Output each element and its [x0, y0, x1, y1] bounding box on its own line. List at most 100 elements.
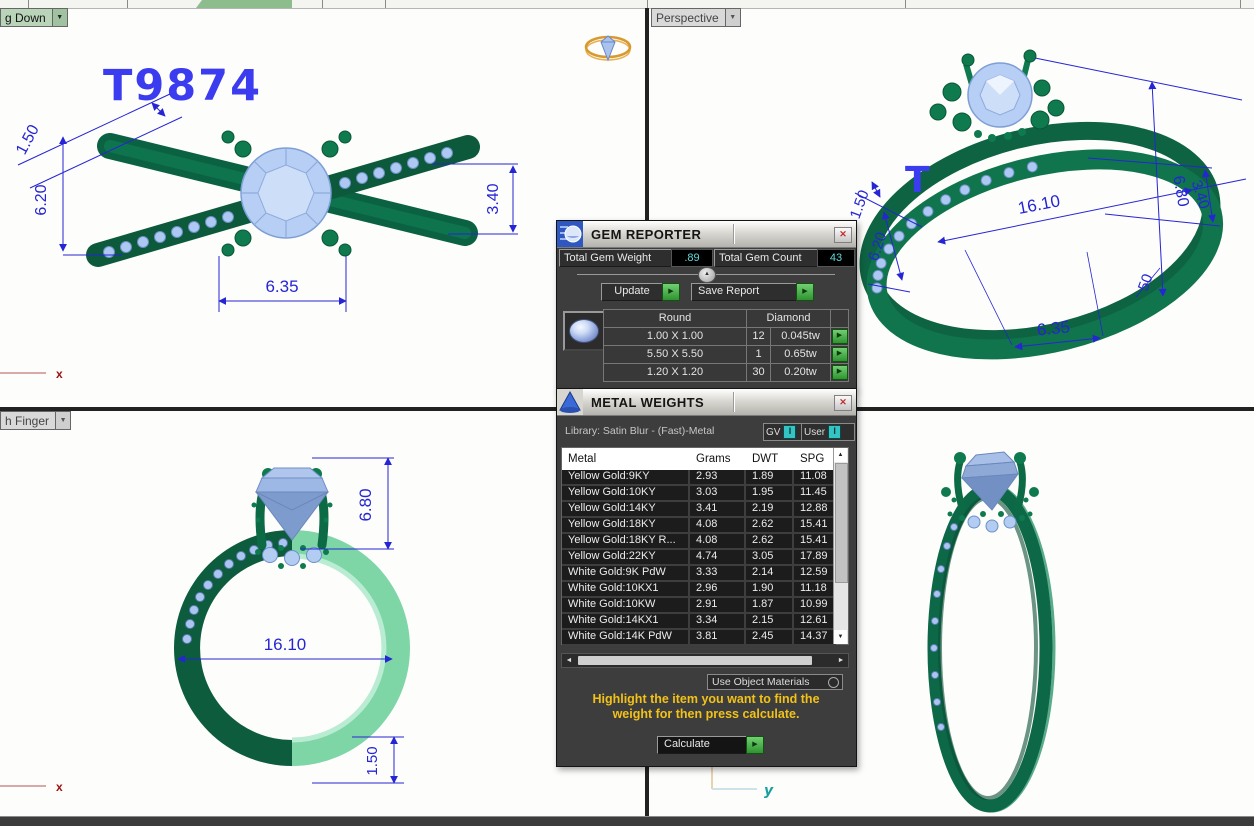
metal-table-horizontal-scrollbar[interactable]: ◄ ► [561, 653, 849, 668]
total-gem-weight-label: Total Gem Weight [559, 249, 675, 267]
gem-row-go-icon[interactable]: ▶ [832, 365, 848, 380]
save-report-go-icon[interactable]: ▶ [796, 283, 814, 301]
horizontal-scroll-thumb[interactable] [578, 656, 812, 665]
metal-table-row[interactable]: Yellow Gold:14KY 3.41 2.19 12.88 [562, 502, 836, 518]
metal-dwt: 2.62 [746, 518, 794, 532]
metal-table-header: Metal Grams DWT SPG [562, 448, 836, 470]
metal-name: Yellow Gold:18KY R... [562, 534, 690, 548]
metal-name: Yellow Gold:9KY [562, 470, 690, 484]
viewport-tab-label[interactable]: g Down [0, 8, 52, 27]
gem-table-row[interactable]: 1.20 X 1.20 30 0.20tw ▶ [604, 363, 848, 381]
viewport-tab-looking-down[interactable]: g Down ▼ [0, 8, 68, 27]
chevron-down-icon[interactable]: ▼ [55, 411, 71, 430]
viewport-tab-label[interactable]: Perspective [651, 8, 725, 27]
col-header-grams: Grams [690, 453, 746, 465]
tab-separator [385, 0, 386, 8]
user-toggle-button[interactable]: User I [801, 423, 855, 441]
model-code-partial: T [905, 160, 930, 201]
active-top-tab-fragment[interactable] [188, 0, 292, 8]
metal-table-row[interactable]: White Gold:14K PdW 3.81 2.45 14.37 [562, 630, 836, 646]
metal-spg: 11.45 [794, 486, 836, 500]
metal-table-row[interactable]: Yellow Gold:9KY 2.93 1.89 11.08 [562, 470, 836, 486]
metal-dwt: 2.19 [746, 502, 794, 516]
metal-table-body: Yellow Gold:9KY 2.93 1.89 11.08 Yellow G… [562, 470, 836, 646]
tab-separator [28, 0, 29, 8]
gem-thumbnail [563, 311, 605, 351]
titlebar-groove [733, 392, 734, 412]
col-header-spg: SPG [794, 453, 836, 465]
ring-side-view [930, 452, 1054, 811]
scroll-down-icon[interactable]: ▼ [834, 630, 847, 644]
metal-name: White Gold:9K PdW [562, 566, 690, 580]
metal-spg: 15.41 [794, 534, 836, 548]
metal-table-row[interactable]: Yellow Gold:18KY 4.08 2.62 15.41 [562, 518, 836, 534]
use-object-materials-button[interactable]: Use Object Materials [707, 674, 843, 690]
gem-reporter-titlebar[interactable]: GEM REPORTER ✕ [557, 221, 856, 248]
gem-row-go-icon[interactable]: ▶ [832, 347, 848, 362]
viewport-tab-perspective[interactable]: Perspective ▼ [651, 8, 741, 27]
gem-row-go-cell: ▶ [830, 364, 848, 381]
svg-text:y: y [764, 783, 774, 799]
metal-spg: 17.89 [794, 550, 836, 564]
metal-table-row[interactable]: Yellow Gold:10KY 3.03 1.95 11.45 [562, 486, 836, 502]
metal-table-row[interactable]: White Gold:9K PdW 3.33 2.14 12.59 [562, 566, 836, 582]
update-button[interactable]: Update [601, 283, 663, 301]
metal-weights-titlebar[interactable]: METAL WEIGHTS ✕ [557, 389, 856, 416]
metal-weights-icon [557, 389, 583, 415]
svg-text:x: x [56, 367, 63, 381]
gem-shape-header: Round [604, 310, 746, 327]
metal-table-vertical-scrollbar[interactable]: ▲ ▼ [833, 448, 848, 644]
user-toggle-state-icon[interactable]: I [828, 425, 841, 439]
calculate-button[interactable]: Calculate [657, 736, 753, 754]
scroll-right-icon[interactable]: ► [834, 654, 848, 667]
dim-band-width: 1.50 [13, 122, 43, 158]
metal-grams: 3.81 [690, 630, 746, 644]
scroll-up-icon[interactable]: ▲ [834, 448, 847, 462]
vertical-scroll-thumb[interactable] [835, 463, 848, 583]
save-report-button[interactable]: Save Report [691, 283, 803, 301]
viewport-looking-down[interactable]: T9874 [0, 8, 645, 407]
metal-spg: 12.88 [794, 502, 836, 516]
metal-name: White Gold:10KW [562, 598, 690, 612]
metal-table-row[interactable]: Yellow Gold:22KY 4.74 3.05 17.89 [562, 550, 836, 566]
dim-band-thickness: 1.50 [364, 746, 381, 775]
tab-separator [1240, 0, 1241, 8]
gem-row-go-icon[interactable]: ▶ [832, 329, 848, 344]
gem-table-row[interactable]: 5.50 X 5.50 1 0.65tw ▶ [604, 345, 848, 363]
chevron-down-icon[interactable]: ▼ [725, 8, 741, 27]
metal-table-row[interactable]: White Gold:10KW 2.91 1.87 10.99 [562, 598, 836, 614]
total-gem-count-label: Total Gem Count [714, 249, 821, 267]
metal-table-row[interactable]: White Gold:10KX1 2.96 1.90 11.18 [562, 582, 836, 598]
radio-circle-icon[interactable] [828, 677, 839, 688]
gv-toggle-state-icon[interactable]: I [783, 425, 796, 439]
gv-toggle-button[interactable]: GV I [763, 423, 803, 441]
dim-head-height: 6.80 [356, 488, 375, 521]
metal-table-row[interactable]: Yellow Gold:18KY R... 4.08 2.62 15.41 [562, 534, 836, 550]
dim-head-width: 6.35 [1036, 317, 1071, 339]
chevron-down-icon[interactable]: ▼ [52, 8, 68, 27]
metal-table: Metal Grams DWT SPG Yellow Gold:9KY 2.93… [561, 447, 849, 645]
metal-spg: 11.18 [794, 582, 836, 596]
collapse-handle-icon[interactable]: ▲ [698, 267, 716, 283]
gem-weight: 0.045tw [770, 328, 830, 345]
viewport-tab-label[interactable]: h Finger [0, 411, 55, 430]
ring-front-view-canvas: 6.80 16.10 1.50 x [0, 411, 645, 816]
gem-count: 1 [746, 346, 770, 363]
gem-table-row[interactable]: 1.00 X 1.00 12 0.045tw ▶ [604, 327, 848, 345]
viewport-tab-through-finger[interactable]: h Finger ▼ [0, 411, 71, 430]
viewport-through-finger[interactable]: 6.80 16.10 1.50 x [0, 411, 645, 816]
metal-grams: 4.74 [690, 550, 746, 564]
calculate-go-icon[interactable]: ▶ [746, 736, 764, 754]
metal-table-row[interactable]: White Gold:14KX1 3.34 2.15 12.61 [562, 614, 836, 630]
scroll-left-icon[interactable]: ◄ [562, 654, 576, 667]
gem-table-body: 1.00 X 1.00 12 0.045tw ▶ 5.50 X 5.50 1 0… [604, 327, 848, 381]
metal-grams: 2.91 [690, 598, 746, 612]
dim-diameter: 16.10 [264, 635, 307, 654]
update-go-icon[interactable]: ▶ [662, 283, 680, 301]
col-header-dwt: DWT [746, 453, 794, 465]
close-icon[interactable]: ✕ [834, 395, 852, 411]
close-icon[interactable]: ✕ [834, 227, 852, 243]
metal-grams: 4.08 [690, 534, 746, 548]
gem-size: 1.20 X 1.20 [604, 364, 746, 381]
metal-name: White Gold:14KX1 [562, 614, 690, 628]
